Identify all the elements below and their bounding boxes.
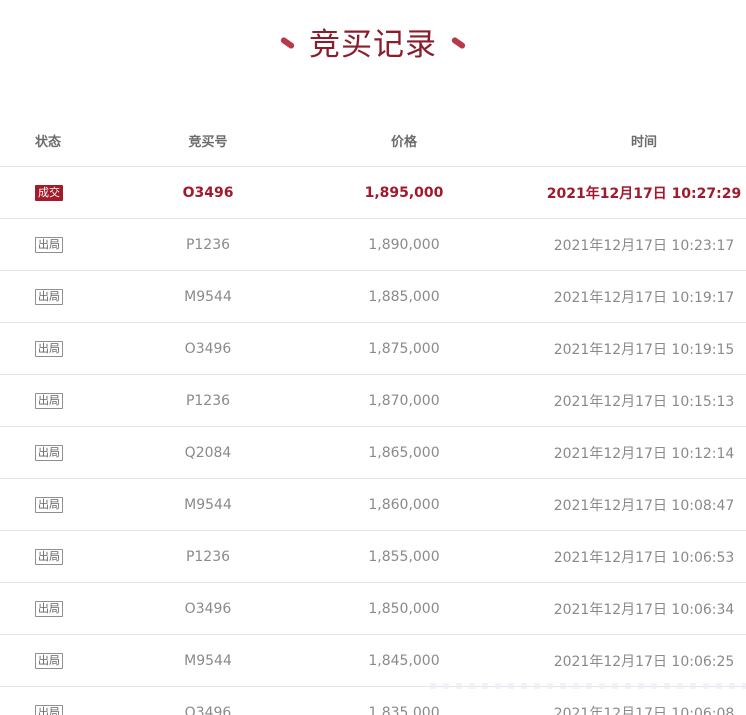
bid-no-cell: O3496 [184, 704, 232, 715]
left-decor-dash-icon [279, 36, 296, 50]
table-row: 出局 M9544 1,885,000 2021年12月17日 10:19:17 [0, 271, 746, 323]
status-badge: 出局 [35, 704, 63, 715]
table-row: 出局 O3496 1,875,000 2021年12月17日 10:19:15 [0, 323, 746, 375]
table-row: 出局 M9544 1,845,000 2021年12月17日 10:06:25 [0, 635, 746, 687]
bid-no-cell: O3496 [182, 184, 234, 201]
time-cell: 2021年12月17日 10:06:25 [553, 653, 735, 670]
table-row: 出局 O3496 1,835,000 2021年12月17日 10:06:08 [0, 687, 746, 715]
time-cell: 2021年12月17日 10:19:17 [553, 289, 735, 306]
bid-no-cell: Q2084 [184, 444, 232, 461]
table-row: 出局 M9544 1,860,000 2021年12月17日 10:08:47 [0, 479, 746, 531]
bid-no-cell: P1236 [185, 392, 231, 409]
bid-no-cell: P1236 [185, 548, 231, 565]
bid-no-cell: P1236 [185, 236, 231, 253]
table-row: 出局 P1236 1,855,000 2021年12月17日 10:06:53 [0, 531, 746, 583]
price-cell: 1,845,000 [368, 652, 440, 669]
header-time: 时间 [630, 134, 657, 150]
status-badge: 出局 [35, 340, 63, 357]
table-row: 出局 P1236 1,890,000 2021年12月17日 10:23:17 [0, 219, 746, 271]
table-header: 状态 竞买号 价格 时间 [0, 114, 746, 167]
header-price: 价格 [390, 134, 417, 150]
table-row: 出局 O3496 1,850,000 2021年12月17日 10:06:34 [0, 583, 746, 635]
time-cell: 2021年12月17日 10:06:34 [553, 601, 735, 618]
time-cell: 2021年12月17日 10:15:13 [553, 393, 735, 410]
status-badge: 出局 [35, 444, 63, 461]
status-badge: 出局 [35, 652, 63, 669]
bid-no-cell: O3496 [184, 600, 232, 617]
price-cell: 1,835,000 [368, 704, 440, 715]
status-badge: 出局 [35, 548, 63, 565]
price-cell: 1,850,000 [368, 600, 440, 617]
page-header: 竞买记录 [0, 18, 746, 64]
right-decor-dash-icon [450, 36, 467, 50]
table-row: 出局 P1236 1,870,000 2021年12月17日 10:15:13 [0, 375, 746, 427]
price-cell: 1,895,000 [364, 184, 444, 201]
bid-no-cell: M9544 [184, 288, 232, 305]
time-cell: 2021年12月17日 10:19:15 [553, 341, 735, 358]
watermark-strip [430, 683, 746, 689]
status-badge: 出局 [35, 288, 63, 305]
page-title: 竞买记录 [309, 26, 437, 63]
time-cell: 2021年12月17日 10:08:47 [553, 497, 735, 514]
status-badge: 出局 [35, 496, 63, 513]
bid-no-cell: M9544 [184, 652, 232, 669]
status-badge: 出局 [35, 600, 63, 617]
status-badge: 成交 [35, 184, 63, 201]
time-cell: 2021年12月17日 10:12:14 [553, 445, 735, 462]
price-cell: 1,885,000 [368, 288, 440, 305]
status-badge: 出局 [35, 236, 63, 253]
price-cell: 1,855,000 [368, 548, 440, 565]
time-cell: 2021年12月17日 10:06:08 [553, 705, 735, 715]
time-cell: 2021年12月17日 10:23:17 [553, 237, 735, 254]
bid-record-table: 状态 竞买号 价格 时间 成交 O3496 1,895,000 2021年12月… [0, 114, 746, 715]
bid-no-cell: O3496 [184, 340, 232, 357]
header-bid-no: 竞买号 [188, 134, 228, 150]
price-cell: 1,870,000 [368, 392, 440, 409]
price-cell: 1,865,000 [368, 444, 440, 461]
bid-record-page: 竞买记录 状态 竞买号 价格 时间 成交 O3496 1,895,000 202… [0, 0, 746, 715]
header-status: 状态 [35, 134, 62, 150]
status-badge: 出局 [35, 392, 63, 409]
price-cell: 1,875,000 [368, 340, 440, 357]
time-cell: 2021年12月17日 10:27:29 [546, 185, 742, 202]
price-cell: 1,860,000 [368, 496, 440, 513]
bid-no-cell: M9544 [184, 496, 232, 513]
time-cell: 2021年12月17日 10:06:53 [553, 549, 735, 566]
price-cell: 1,890,000 [368, 236, 440, 253]
table-row: 出局 Q2084 1,865,000 2021年12月17日 10:12:14 [0, 427, 746, 479]
table-row: 成交 O3496 1,895,000 2021年12月17日 10:27:29 [0, 167, 746, 219]
